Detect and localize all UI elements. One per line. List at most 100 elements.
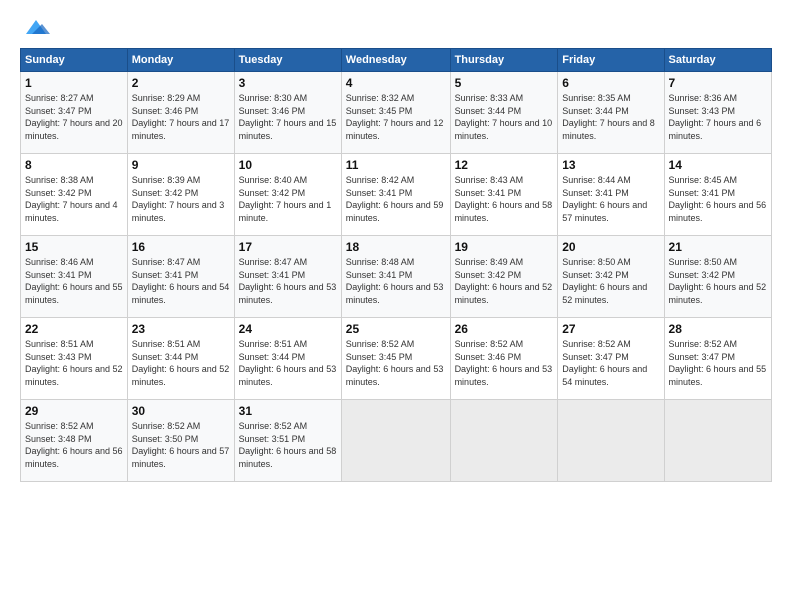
day-info: Sunrise: 8:52 AMSunset: 3:48 PMDaylight:… (25, 420, 123, 470)
day-number: 21 (669, 240, 767, 254)
calendar-cell: 4 Sunrise: 8:32 AMSunset: 3:45 PMDayligh… (341, 72, 450, 154)
day-number: 15 (25, 240, 123, 254)
weekday-header: Tuesday (234, 49, 341, 72)
calendar-cell: 7 Sunrise: 8:36 AMSunset: 3:43 PMDayligh… (664, 72, 771, 154)
calendar-week-row: 29 Sunrise: 8:52 AMSunset: 3:48 PMDaylig… (21, 400, 772, 482)
day-info: Sunrise: 8:49 AMSunset: 3:42 PMDaylight:… (455, 256, 554, 306)
calendar-cell: 23 Sunrise: 8:51 AMSunset: 3:44 PMDaylig… (127, 318, 234, 400)
calendar-cell: 2 Sunrise: 8:29 AMSunset: 3:46 PMDayligh… (127, 72, 234, 154)
weekday-header-row: SundayMondayTuesdayWednesdayThursdayFrid… (21, 49, 772, 72)
logo (20, 16, 48, 38)
day-number: 30 (132, 404, 230, 418)
calendar-week-row: 8 Sunrise: 8:38 AMSunset: 3:42 PMDayligh… (21, 154, 772, 236)
day-number: 16 (132, 240, 230, 254)
calendar-week-row: 15 Sunrise: 8:46 AMSunset: 3:41 PMDaylig… (21, 236, 772, 318)
day-number: 11 (346, 158, 446, 172)
calendar-cell: 9 Sunrise: 8:39 AMSunset: 3:42 PMDayligh… (127, 154, 234, 236)
day-number: 28 (669, 322, 767, 336)
day-info: Sunrise: 8:40 AMSunset: 3:42 PMDaylight:… (239, 174, 337, 224)
calendar-cell (450, 400, 558, 482)
day-info: Sunrise: 8:29 AMSunset: 3:46 PMDaylight:… (132, 92, 230, 142)
calendar-cell: 15 Sunrise: 8:46 AMSunset: 3:41 PMDaylig… (21, 236, 128, 318)
day-info: Sunrise: 8:52 AMSunset: 3:45 PMDaylight:… (346, 338, 446, 388)
weekday-header: Sunday (21, 49, 128, 72)
calendar-cell: 20 Sunrise: 8:50 AMSunset: 3:42 PMDaylig… (558, 236, 664, 318)
day-info: Sunrise: 8:52 AMSunset: 3:46 PMDaylight:… (455, 338, 554, 388)
day-info: Sunrise: 8:39 AMSunset: 3:42 PMDaylight:… (132, 174, 230, 224)
day-number: 2 (132, 76, 230, 90)
day-number: 26 (455, 322, 554, 336)
calendar-cell: 14 Sunrise: 8:45 AMSunset: 3:41 PMDaylig… (664, 154, 771, 236)
day-number: 9 (132, 158, 230, 172)
day-number: 20 (562, 240, 659, 254)
day-info: Sunrise: 8:52 AMSunset: 3:50 PMDaylight:… (132, 420, 230, 470)
calendar-cell: 31 Sunrise: 8:52 AMSunset: 3:51 PMDaylig… (234, 400, 341, 482)
calendar-cell: 13 Sunrise: 8:44 AMSunset: 3:41 PMDaylig… (558, 154, 664, 236)
calendar-cell: 24 Sunrise: 8:51 AMSunset: 3:44 PMDaylig… (234, 318, 341, 400)
calendar-cell: 1 Sunrise: 8:27 AMSunset: 3:47 PMDayligh… (21, 72, 128, 154)
calendar-cell: 18 Sunrise: 8:48 AMSunset: 3:41 PMDaylig… (341, 236, 450, 318)
day-info: Sunrise: 8:43 AMSunset: 3:41 PMDaylight:… (455, 174, 554, 224)
calendar-cell: 12 Sunrise: 8:43 AMSunset: 3:41 PMDaylig… (450, 154, 558, 236)
calendar-cell: 19 Sunrise: 8:49 AMSunset: 3:42 PMDaylig… (450, 236, 558, 318)
calendar-cell: 8 Sunrise: 8:38 AMSunset: 3:42 PMDayligh… (21, 154, 128, 236)
day-number: 3 (239, 76, 337, 90)
day-number: 24 (239, 322, 337, 336)
day-info: Sunrise: 8:51 AMSunset: 3:43 PMDaylight:… (25, 338, 123, 388)
day-info: Sunrise: 8:46 AMSunset: 3:41 PMDaylight:… (25, 256, 123, 306)
day-info: Sunrise: 8:32 AMSunset: 3:45 PMDaylight:… (346, 92, 446, 142)
day-number: 23 (132, 322, 230, 336)
day-info: Sunrise: 8:47 AMSunset: 3:41 PMDaylight:… (132, 256, 230, 306)
calendar-cell: 11 Sunrise: 8:42 AMSunset: 3:41 PMDaylig… (341, 154, 450, 236)
weekday-header: Wednesday (341, 49, 450, 72)
day-info: Sunrise: 8:47 AMSunset: 3:41 PMDaylight:… (239, 256, 337, 306)
day-number: 5 (455, 76, 554, 90)
day-number: 6 (562, 76, 659, 90)
day-info: Sunrise: 8:52 AMSunset: 3:47 PMDaylight:… (562, 338, 659, 388)
weekday-header: Saturday (664, 49, 771, 72)
day-number: 22 (25, 322, 123, 336)
weekday-header: Thursday (450, 49, 558, 72)
day-info: Sunrise: 8:27 AMSunset: 3:47 PMDaylight:… (25, 92, 123, 142)
calendar-cell: 17 Sunrise: 8:47 AMSunset: 3:41 PMDaylig… (234, 236, 341, 318)
day-number: 4 (346, 76, 446, 90)
calendar-week-row: 22 Sunrise: 8:51 AMSunset: 3:43 PMDaylig… (21, 318, 772, 400)
calendar-cell (558, 400, 664, 482)
day-info: Sunrise: 8:42 AMSunset: 3:41 PMDaylight:… (346, 174, 446, 224)
day-info: Sunrise: 8:45 AMSunset: 3:41 PMDaylight:… (669, 174, 767, 224)
day-info: Sunrise: 8:36 AMSunset: 3:43 PMDaylight:… (669, 92, 767, 142)
day-number: 18 (346, 240, 446, 254)
day-info: Sunrise: 8:50 AMSunset: 3:42 PMDaylight:… (669, 256, 767, 306)
weekday-header: Monday (127, 49, 234, 72)
day-number: 10 (239, 158, 337, 172)
day-info: Sunrise: 8:44 AMSunset: 3:41 PMDaylight:… (562, 174, 659, 224)
day-info: Sunrise: 8:52 AMSunset: 3:51 PMDaylight:… (239, 420, 337, 470)
logo-icon (22, 16, 50, 38)
calendar-cell: 25 Sunrise: 8:52 AMSunset: 3:45 PMDaylig… (341, 318, 450, 400)
calendar-table: SundayMondayTuesdayWednesdayThursdayFrid… (20, 48, 772, 482)
calendar-cell: 21 Sunrise: 8:50 AMSunset: 3:42 PMDaylig… (664, 236, 771, 318)
calendar-cell: 28 Sunrise: 8:52 AMSunset: 3:47 PMDaylig… (664, 318, 771, 400)
day-number: 27 (562, 322, 659, 336)
header (20, 16, 772, 38)
day-info: Sunrise: 8:50 AMSunset: 3:42 PMDaylight:… (562, 256, 659, 306)
day-info: Sunrise: 8:30 AMSunset: 3:46 PMDaylight:… (239, 92, 337, 142)
day-number: 8 (25, 158, 123, 172)
calendar-cell: 27 Sunrise: 8:52 AMSunset: 3:47 PMDaylig… (558, 318, 664, 400)
day-info: Sunrise: 8:48 AMSunset: 3:41 PMDaylight:… (346, 256, 446, 306)
calendar-cell: 29 Sunrise: 8:52 AMSunset: 3:48 PMDaylig… (21, 400, 128, 482)
day-number: 14 (669, 158, 767, 172)
day-number: 12 (455, 158, 554, 172)
day-info: Sunrise: 8:33 AMSunset: 3:44 PMDaylight:… (455, 92, 554, 142)
day-info: Sunrise: 8:51 AMSunset: 3:44 PMDaylight:… (132, 338, 230, 388)
calendar-cell: 16 Sunrise: 8:47 AMSunset: 3:41 PMDaylig… (127, 236, 234, 318)
weekday-header: Friday (558, 49, 664, 72)
calendar-cell: 3 Sunrise: 8:30 AMSunset: 3:46 PMDayligh… (234, 72, 341, 154)
calendar-cell: 22 Sunrise: 8:51 AMSunset: 3:43 PMDaylig… (21, 318, 128, 400)
logo-text (20, 16, 50, 38)
calendar-cell: 10 Sunrise: 8:40 AMSunset: 3:42 PMDaylig… (234, 154, 341, 236)
calendar-week-row: 1 Sunrise: 8:27 AMSunset: 3:47 PMDayligh… (21, 72, 772, 154)
day-info: Sunrise: 8:38 AMSunset: 3:42 PMDaylight:… (25, 174, 123, 224)
calendar-cell (664, 400, 771, 482)
calendar-cell (341, 400, 450, 482)
